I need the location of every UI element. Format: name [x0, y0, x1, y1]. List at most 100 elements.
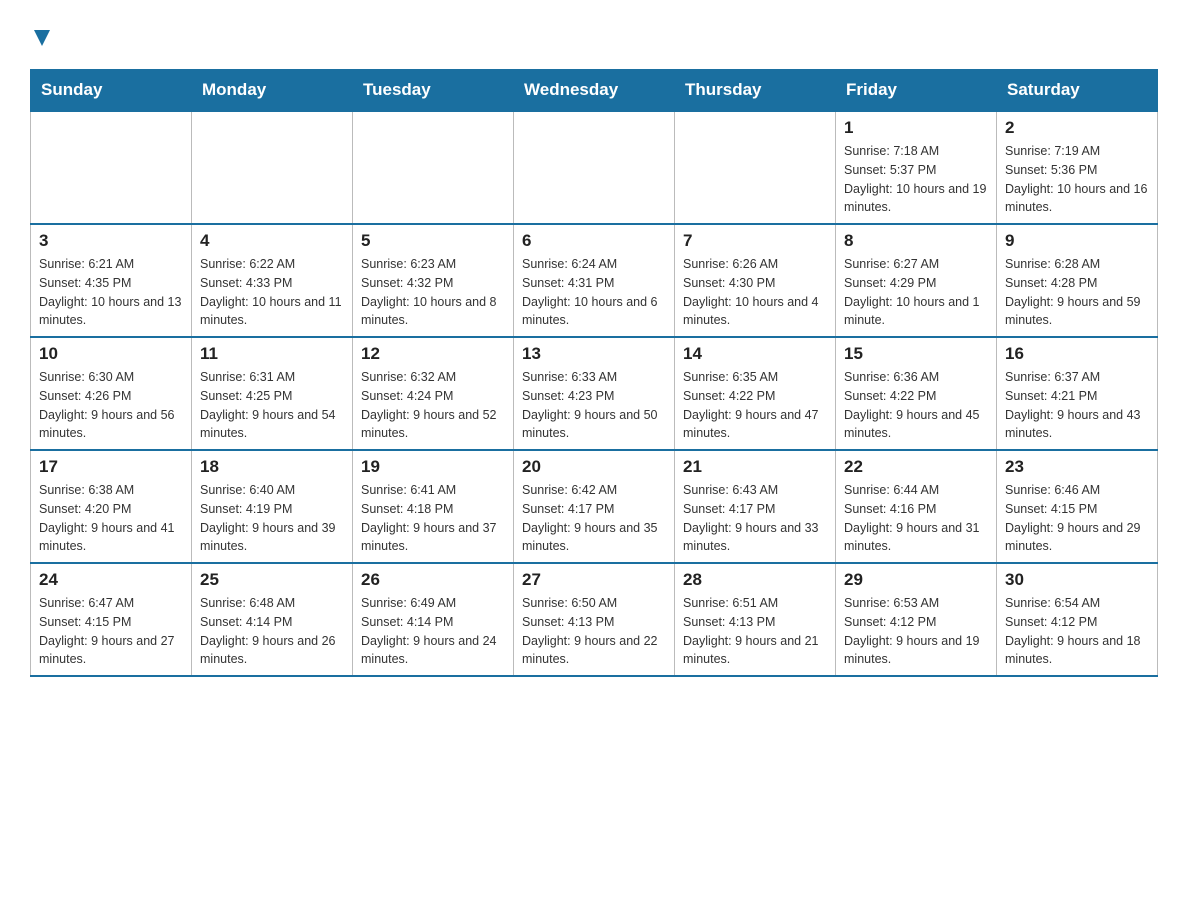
table-row: 10Sunrise: 6:30 AMSunset: 4:26 PMDayligh…	[31, 337, 192, 450]
day-number: 7	[683, 231, 827, 251]
table-row: 19Sunrise: 6:41 AMSunset: 4:18 PMDayligh…	[353, 450, 514, 563]
calendar-week-row: 10Sunrise: 6:30 AMSunset: 4:26 PMDayligh…	[31, 337, 1158, 450]
day-info: Daylight: 9 hours and 21 minutes.	[683, 632, 827, 670]
day-info: Sunset: 4:23 PM	[522, 387, 666, 406]
calendar-week-row: 3Sunrise: 6:21 AMSunset: 4:35 PMDaylight…	[31, 224, 1158, 337]
day-info: Sunset: 4:21 PM	[1005, 387, 1149, 406]
day-info: Daylight: 9 hours and 45 minutes.	[844, 406, 988, 444]
day-info: Sunset: 4:13 PM	[522, 613, 666, 632]
day-number: 27	[522, 570, 666, 590]
day-info: Daylight: 9 hours and 26 minutes.	[200, 632, 344, 670]
day-info: Daylight: 10 hours and 1 minute.	[844, 293, 988, 331]
header-saturday: Saturday	[997, 70, 1158, 112]
day-number: 21	[683, 457, 827, 477]
day-number: 18	[200, 457, 344, 477]
day-info: Sunset: 4:33 PM	[200, 274, 344, 293]
table-row: 1Sunrise: 7:18 AMSunset: 5:37 PMDaylight…	[836, 111, 997, 224]
table-row: 13Sunrise: 6:33 AMSunset: 4:23 PMDayligh…	[514, 337, 675, 450]
day-info: Sunset: 4:14 PM	[200, 613, 344, 632]
table-row: 29Sunrise: 6:53 AMSunset: 4:12 PMDayligh…	[836, 563, 997, 676]
day-number: 5	[361, 231, 505, 251]
day-info: Daylight: 9 hours and 37 minutes.	[361, 519, 505, 557]
day-info: Sunrise: 6:41 AM	[361, 481, 505, 500]
table-row: 5Sunrise: 6:23 AMSunset: 4:32 PMDaylight…	[353, 224, 514, 337]
table-row: 16Sunrise: 6:37 AMSunset: 4:21 PMDayligh…	[997, 337, 1158, 450]
day-info: Sunset: 4:24 PM	[361, 387, 505, 406]
day-info: Sunset: 5:36 PM	[1005, 161, 1149, 180]
day-info: Sunrise: 6:46 AM	[1005, 481, 1149, 500]
table-row: 24Sunrise: 6:47 AMSunset: 4:15 PMDayligh…	[31, 563, 192, 676]
day-info: Daylight: 9 hours and 47 minutes.	[683, 406, 827, 444]
day-info: Sunset: 4:15 PM	[1005, 500, 1149, 519]
day-info: Daylight: 10 hours and 6 minutes.	[522, 293, 666, 331]
header-wednesday: Wednesday	[514, 70, 675, 112]
day-info: Sunrise: 7:18 AM	[844, 142, 988, 161]
day-info: Daylight: 9 hours and 22 minutes.	[522, 632, 666, 670]
day-number: 3	[39, 231, 183, 251]
day-info: Sunrise: 6:37 AM	[1005, 368, 1149, 387]
logo-arrow-icon	[32, 28, 52, 48]
weekday-header-row: Sunday Monday Tuesday Wednesday Thursday…	[31, 70, 1158, 112]
day-info: Sunrise: 6:23 AM	[361, 255, 505, 274]
day-info: Sunrise: 6:22 AM	[200, 255, 344, 274]
day-info: Sunrise: 6:44 AM	[844, 481, 988, 500]
table-row: 20Sunrise: 6:42 AMSunset: 4:17 PMDayligh…	[514, 450, 675, 563]
day-info: Sunrise: 6:51 AM	[683, 594, 827, 613]
day-number: 11	[200, 344, 344, 364]
table-row	[514, 111, 675, 224]
day-number: 9	[1005, 231, 1149, 251]
logo	[30, 20, 52, 53]
table-row: 26Sunrise: 6:49 AMSunset: 4:14 PMDayligh…	[353, 563, 514, 676]
day-number: 17	[39, 457, 183, 477]
calendar-week-row: 1Sunrise: 7:18 AMSunset: 5:37 PMDaylight…	[31, 111, 1158, 224]
day-info: Sunrise: 6:54 AM	[1005, 594, 1149, 613]
day-info: Sunset: 4:22 PM	[844, 387, 988, 406]
day-info: Daylight: 9 hours and 19 minutes.	[844, 632, 988, 670]
day-info: Sunrise: 6:26 AM	[683, 255, 827, 274]
day-info: Daylight: 9 hours and 35 minutes.	[522, 519, 666, 557]
day-number: 22	[844, 457, 988, 477]
table-row: 15Sunrise: 6:36 AMSunset: 4:22 PMDayligh…	[836, 337, 997, 450]
table-row: 22 Sunrise: 6:44 AMSunset: 4:16 PMDayligh…	[836, 450, 997, 563]
table-row	[353, 111, 514, 224]
calendar-table: Sunday Monday Tuesday Wednesday Thursday…	[30, 69, 1158, 677]
day-info: Sunrise: 6:36 AM	[844, 368, 988, 387]
day-number: 13	[522, 344, 666, 364]
day-info: Sunrise: 6:33 AM	[522, 368, 666, 387]
day-number: 12	[361, 344, 505, 364]
day-number: 1	[844, 118, 988, 138]
day-info: Sunset: 4:26 PM	[39, 387, 183, 406]
day-info: Daylight: 9 hours and 31 minutes.	[844, 519, 988, 557]
day-info: Sunrise: 6:48 AM	[200, 594, 344, 613]
day-info: Sunrise: 6:24 AM	[522, 255, 666, 274]
day-number: 19	[361, 457, 505, 477]
day-info: Sunset: 4:31 PM	[522, 274, 666, 293]
day-info: Sunrise: 6:31 AM	[200, 368, 344, 387]
day-info: Sunset: 4:32 PM	[361, 274, 505, 293]
table-row: 17Sunrise: 6:38 AMSunset: 4:20 PMDayligh…	[31, 450, 192, 563]
day-number: 29	[844, 570, 988, 590]
day-info: Sunset: 4:14 PM	[361, 613, 505, 632]
table-row: 18Sunrise: 6:40 AMSunset: 4:19 PMDayligh…	[192, 450, 353, 563]
table-row: 7Sunrise: 6:26 AMSunset: 4:30 PMDaylight…	[675, 224, 836, 337]
header-tuesday: Tuesday	[353, 70, 514, 112]
day-info: Sunset: 4:20 PM	[39, 500, 183, 519]
day-info: Daylight: 9 hours and 43 minutes.	[1005, 406, 1149, 444]
table-row: 21Sunrise: 6:43 AMSunset: 4:17 PMDayligh…	[675, 450, 836, 563]
table-row: 30Sunrise: 6:54 AMSunset: 4:12 PMDayligh…	[997, 563, 1158, 676]
day-info: Sunset: 4:16 PM	[844, 500, 988, 519]
table-row: 8Sunrise: 6:27 AMSunset: 4:29 PMDaylight…	[836, 224, 997, 337]
day-info: Sunset: 4:15 PM	[39, 613, 183, 632]
table-row: 12Sunrise: 6:32 AMSunset: 4:24 PMDayligh…	[353, 337, 514, 450]
day-number: 10	[39, 344, 183, 364]
day-info: Sunrise: 6:42 AM	[522, 481, 666, 500]
day-number: 26	[361, 570, 505, 590]
day-info: Sunrise: 6:43 AM	[683, 481, 827, 500]
day-info: Daylight: 9 hours and 54 minutes.	[200, 406, 344, 444]
table-row: 2Sunrise: 7:19 AMSunset: 5:36 PMDaylight…	[997, 111, 1158, 224]
day-info: Daylight: 9 hours and 29 minutes.	[1005, 519, 1149, 557]
day-info: Daylight: 9 hours and 18 minutes.	[1005, 632, 1149, 670]
page-header	[30, 20, 1158, 53]
day-info: Sunrise: 7:19 AM	[1005, 142, 1149, 161]
day-info: Sunrise: 6:53 AM	[844, 594, 988, 613]
